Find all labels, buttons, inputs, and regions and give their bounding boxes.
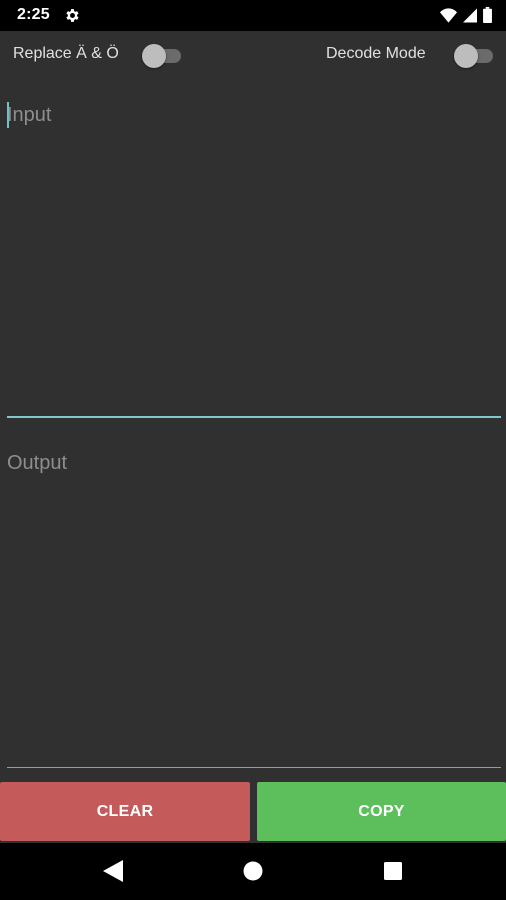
recents-icon[interactable]: [383, 860, 403, 887]
status-time: 2:25: [17, 6, 50, 23]
wifi-icon: [440, 7, 457, 23]
navigation-bar: [0, 843, 506, 900]
input-placeholder: Input: [7, 104, 52, 126]
app-screen: 2:25 Replace Ä & Ö Decode Mode Input Out…: [0, 0, 506, 900]
home-icon[interactable]: [243, 860, 263, 887]
output-field[interactable]: Output: [7, 440, 501, 768]
input-underline: [7, 416, 501, 418]
status-icons: [440, 7, 492, 23]
battery-icon: [483, 7, 492, 23]
toggle-thumb: [142, 44, 166, 68]
signal-icon: [463, 8, 477, 23]
back-icon[interactable]: [103, 860, 123, 887]
gear-icon: [64, 7, 81, 24]
toggle-thumb: [454, 44, 478, 68]
output-underline: [7, 766, 501, 768]
decode-mode-toggle[interactable]: [454, 44, 494, 68]
options-row: Replace Ä & Ö Decode Mode: [0, 31, 506, 81]
output-placeholder: Output: [7, 452, 68, 474]
status-bar: 2:25: [0, 0, 506, 31]
decode-mode-label: Decode Mode: [326, 45, 426, 62]
replace-umlaut-toggle[interactable]: [142, 44, 182, 68]
clear-button[interactable]: CLEAR: [0, 782, 250, 841]
input-field[interactable]: Input: [7, 92, 501, 418]
replace-umlaut-label: Replace Ä & Ö: [13, 45, 119, 62]
copy-button[interactable]: COPY: [257, 782, 506, 841]
